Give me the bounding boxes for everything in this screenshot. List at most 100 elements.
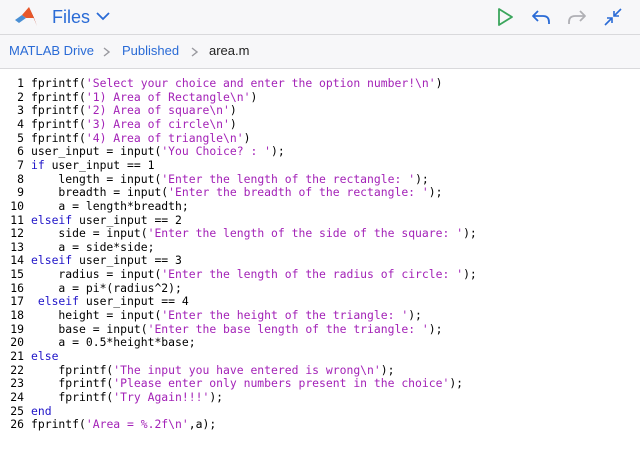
line-number: 6 xyxy=(17,144,24,159)
code-token: ) xyxy=(229,103,237,118)
code-text: a = pi*(radius^2); xyxy=(31,280,182,295)
code-token: ); xyxy=(408,308,422,323)
line-number: 10 xyxy=(10,198,24,213)
code-keyword: elseif xyxy=(31,212,73,227)
code-token: a = side*side; xyxy=(31,239,155,254)
code-token: ); xyxy=(449,376,464,391)
code-text: breadth = input('Enter the breadth of th… xyxy=(31,185,442,199)
line-number: 9 xyxy=(17,185,24,200)
code-token: ,a); xyxy=(188,417,217,432)
code-string: 'Area = %.2f\n' xyxy=(85,417,189,432)
code-token: user_input = input( xyxy=(31,144,162,159)
code-string: '1) Area of Rectangle\n' xyxy=(85,89,251,104)
line-number: 24 xyxy=(10,389,24,404)
code-text: end xyxy=(31,404,52,418)
line-number: 14 xyxy=(10,253,24,268)
code-text: fprintf('3) Area of circle\n') xyxy=(31,117,237,131)
undo-icon[interactable] xyxy=(530,6,552,28)
code-token: user_input == 2 xyxy=(72,212,182,227)
code-token: ); xyxy=(209,389,224,404)
code-token: fprintf( xyxy=(31,130,86,145)
code-token: fprintf( xyxy=(31,417,86,432)
line-number: 18 xyxy=(10,308,24,323)
line-number: 17 xyxy=(10,294,24,309)
code-string: 'You Choice? : ' xyxy=(161,144,272,159)
code-text: elseif user_input == 2 xyxy=(31,213,182,227)
code-token: fprintf( xyxy=(31,376,114,391)
code-token: ); xyxy=(380,362,395,377)
code-token: a = pi*(radius^2); xyxy=(31,280,182,295)
line-number: 22 xyxy=(10,362,24,377)
chevron-right-icon xyxy=(191,47,198,57)
code-string: 'Enter the length of the rectangle: ' xyxy=(161,171,416,186)
app-header: Files xyxy=(0,0,640,35)
line-number: 12 xyxy=(10,226,24,241)
code-token: fprintf( xyxy=(31,76,86,90)
code-text: side = input('Enter the length of the si… xyxy=(31,226,477,241)
code-string: 'Enter the length of the radius of circl… xyxy=(161,267,464,282)
code-token: ) xyxy=(243,130,251,145)
code-text: fprintf('1) Area of Rectangle\n') xyxy=(31,90,257,104)
code-token: fprintf( xyxy=(31,116,86,131)
code-text: user_input = input('You Choice? : '); xyxy=(31,144,285,158)
code-token: ) xyxy=(250,89,258,104)
breadcrumb-matlab-drive[interactable]: MATLAB Drive xyxy=(9,43,94,58)
breadcrumb-current-file: area.m xyxy=(209,43,250,58)
line-number: 15 xyxy=(10,267,24,282)
code-text: base = input('Enter the base length of t… xyxy=(31,322,442,336)
redo-icon[interactable] xyxy=(566,6,588,28)
breadcrumb-published[interactable]: Published xyxy=(122,43,179,58)
code-token: fprintf( xyxy=(31,103,86,118)
line-number: 7 xyxy=(17,157,24,172)
code-token: ); xyxy=(415,171,429,186)
code-token: ); xyxy=(428,185,443,200)
code-editor[interactable]: 1 fprintf('Select your choice and enter t… xyxy=(0,69,640,452)
code-token: fprintf( xyxy=(31,89,86,104)
code-token: ) xyxy=(229,116,237,131)
run-icon[interactable] xyxy=(494,6,516,28)
code-text: length = input('Enter the length of the … xyxy=(31,171,429,186)
code-token: base = input( xyxy=(31,321,148,336)
code-keyword: else xyxy=(31,349,59,363)
code-text: fprintf('Area = %.2f\n',a); xyxy=(31,417,216,431)
code-token: length = input( xyxy=(31,171,162,186)
matlab-logo-icon[interactable] xyxy=(14,6,38,28)
code-token: height = input( xyxy=(31,308,162,323)
code-token: fprintf( xyxy=(31,362,114,377)
collapse-icon[interactable] xyxy=(602,6,624,28)
line-number: 20 xyxy=(10,335,24,350)
chevron-down-icon[interactable] xyxy=(96,11,110,21)
code-text: if user_input == 1 xyxy=(31,158,154,172)
line-number: 26 xyxy=(10,417,24,432)
code-string: 'Enter the base length of the triangle: … xyxy=(147,321,429,336)
code-string: 'Please enter only numbers present in th… xyxy=(113,376,450,391)
code-keyword: end xyxy=(31,403,52,418)
code-token: a = 0.5*height*base; xyxy=(31,335,196,350)
chevron-right-icon xyxy=(103,47,110,57)
line-number: 13 xyxy=(10,239,24,254)
code-token: ); xyxy=(271,144,285,159)
code-text: fprintf('Try Again!!!'); xyxy=(31,390,223,404)
files-title[interactable]: Files xyxy=(52,7,90,28)
code-token: ) xyxy=(435,76,443,90)
line-number: 8 xyxy=(17,171,24,186)
code-text: fprintf('Please enter only numbers prese… xyxy=(31,376,463,390)
code-string: '3) Area of circle\n' xyxy=(85,116,230,131)
code-token: user_input == 4 xyxy=(79,294,189,309)
breadcrumb: MATLAB Drive Published area.m xyxy=(0,35,640,69)
line-number: 19 xyxy=(10,321,24,336)
code-text: fprintf('Select your choice and enter th… xyxy=(31,76,442,90)
code-token: a = length*breadth; xyxy=(31,198,189,213)
code-text: a = length*breadth; xyxy=(31,198,189,213)
code-text: elseif user_input == 3 xyxy=(31,253,182,267)
code-text: fprintf('The input you have entered is w… xyxy=(31,363,394,377)
code-keyword: elseif xyxy=(31,253,73,268)
line-number: 5 xyxy=(17,130,24,145)
code-token: ); xyxy=(463,226,477,241)
code-token: fprintf( xyxy=(31,389,114,404)
code-token: user_input == 1 xyxy=(44,157,155,172)
code-text: a = side*side; xyxy=(31,240,154,254)
line-number: 4 xyxy=(17,116,24,131)
line-number: 16 xyxy=(10,280,24,295)
